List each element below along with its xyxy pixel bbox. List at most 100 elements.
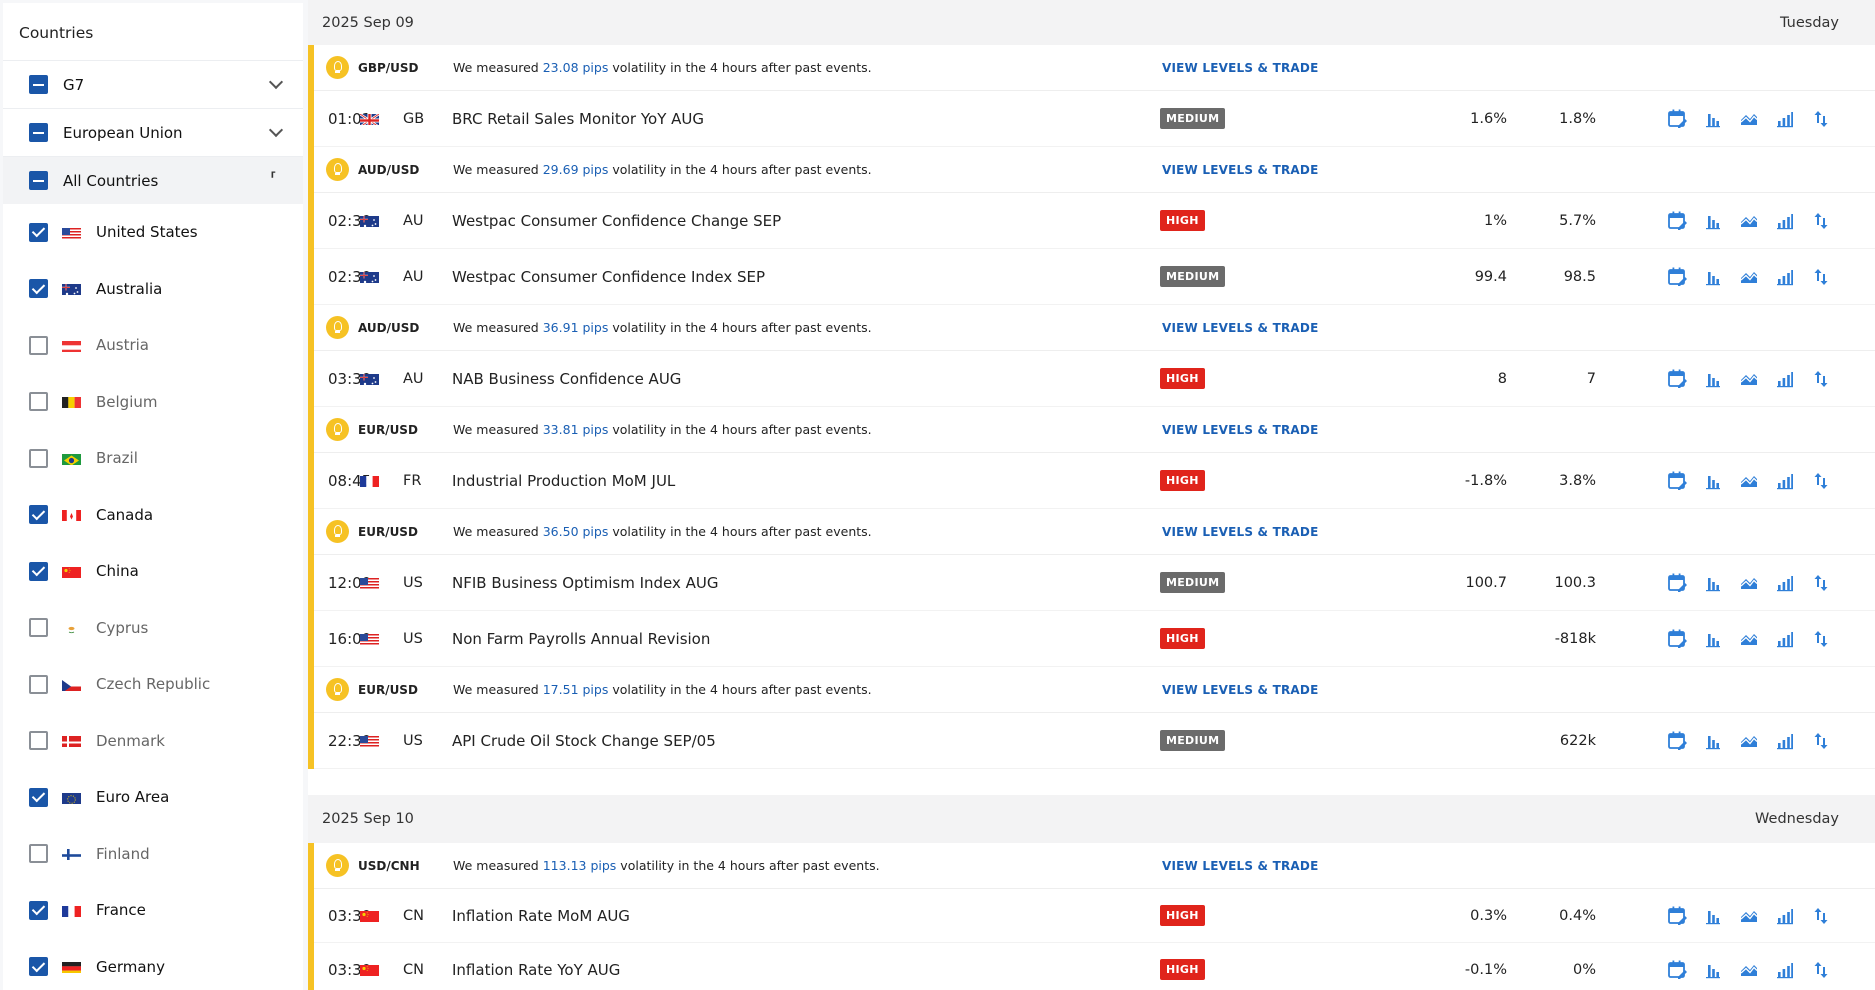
- area-chart-icon[interactable]: [1738, 470, 1760, 492]
- country-item-canada[interactable]: Canada: [3, 487, 303, 544]
- country-item-cyprus[interactable]: Cyprus: [3, 600, 303, 657]
- event-row[interactable]: 12:00 US NFIB Business Optimism Index AUG M…: [314, 555, 1875, 611]
- country-item-austria[interactable]: Austria: [3, 317, 303, 374]
- calendar-edit-icon[interactable]: [1666, 730, 1688, 752]
- bar-chart-icon[interactable]: [1702, 368, 1724, 390]
- view-levels-trade-link[interactable]: VIEW LEVELS & TRADE: [1162, 859, 1318, 873]
- bar-chart-icon[interactable]: [1702, 628, 1724, 650]
- event-row[interactable]: 01:01 GB BRC Retail Sales Monitor YoY AUG M…: [314, 91, 1875, 147]
- sort-arrows-icon[interactable]: [1810, 210, 1832, 232]
- bar-trend-icon[interactable]: [1774, 210, 1796, 232]
- event-name[interactable]: Westpac Consumer Confidence Index SEP: [452, 268, 765, 286]
- sort-arrows-icon[interactable]: [1810, 108, 1832, 130]
- event-name[interactable]: Non Farm Payrolls Annual Revision: [452, 630, 710, 648]
- country-item-euro-area[interactable]: Euro Area: [3, 769, 303, 826]
- bar-chart-icon[interactable]: [1702, 730, 1724, 752]
- event-row[interactable]: 03:30 AU NAB Business Confidence AUG HIGH 8 7: [314, 351, 1875, 407]
- sort-arrows-icon[interactable]: [1810, 368, 1832, 390]
- country-checkbox[interactable]: [29, 335, 48, 355]
- country-item-france[interactable]: France: [3, 882, 303, 939]
- country-checkbox[interactable]: [29, 787, 48, 807]
- bar-trend-icon[interactable]: [1774, 266, 1796, 288]
- event-row[interactable]: 22:30 US API Crude Oil Stock Change SEP/05…: [314, 713, 1875, 769]
- bar-chart-icon[interactable]: [1702, 572, 1724, 594]
- country-checkbox[interactable]: [29, 392, 48, 412]
- bar-trend-icon[interactable]: [1774, 572, 1796, 594]
- calendar-edit-icon[interactable]: [1666, 470, 1688, 492]
- country-item-australia[interactable]: Australia: [3, 261, 303, 318]
- calendar-edit-icon[interactable]: [1666, 628, 1688, 650]
- country-checkbox[interactable]: [29, 448, 48, 468]
- event-name[interactable]: NFIB Business Optimism Index AUG: [452, 574, 719, 592]
- bar-chart-icon[interactable]: [1702, 470, 1724, 492]
- event-name[interactable]: Westpac Consumer Confidence Change SEP: [452, 212, 781, 230]
- bar-chart-icon[interactable]: [1702, 266, 1724, 288]
- view-levels-trade-link[interactable]: VIEW LEVELS & TRADE: [1162, 525, 1318, 539]
- group-european-union[interactable]: European Union: [3, 108, 303, 156]
- calendar-edit-icon[interactable]: [1666, 959, 1688, 981]
- area-chart-icon[interactable]: [1738, 730, 1760, 752]
- country-item-finland[interactable]: Finland: [3, 826, 303, 883]
- country-checkbox[interactable]: [29, 844, 48, 864]
- area-chart-icon[interactable]: [1738, 959, 1760, 981]
- view-levels-trade-link[interactable]: VIEW LEVELS & TRADE: [1162, 163, 1318, 177]
- event-row[interactable]: 03:30 CN Inflation Rate MoM AUG HIGH 0.3% 0.4…: [314, 889, 1875, 943]
- country-checkbox[interactable]: [29, 618, 48, 638]
- sort-arrows-icon[interactable]: [1810, 572, 1832, 594]
- sort-arrows-icon[interactable]: [1810, 470, 1832, 492]
- area-chart-icon[interactable]: [1738, 628, 1760, 650]
- calendar-edit-icon[interactable]: [1666, 266, 1688, 288]
- country-checkbox[interactable]: [29, 505, 48, 525]
- event-name[interactable]: Industrial Production MoM JUL: [452, 472, 675, 490]
- calendar-edit-icon[interactable]: [1666, 368, 1688, 390]
- all-countries-checkbox[interactable]: [29, 171, 48, 190]
- bar-chart-icon[interactable]: [1702, 108, 1724, 130]
- chevron-down-icon[interactable]: [268, 74, 284, 90]
- event-name[interactable]: BRC Retail Sales Monitor YoY AUG: [452, 110, 704, 128]
- event-name[interactable]: Inflation Rate MoM AUG: [452, 907, 630, 925]
- sort-arrows-icon[interactable]: [1810, 905, 1832, 927]
- bar-trend-icon[interactable]: [1774, 108, 1796, 130]
- bar-trend-icon[interactable]: [1774, 959, 1796, 981]
- country-checkbox[interactable]: [29, 900, 48, 920]
- area-chart-icon[interactable]: [1738, 905, 1760, 927]
- chevron-down-icon[interactable]: [268, 122, 284, 138]
- country-checkbox[interactable]: [29, 731, 48, 751]
- bar-trend-icon[interactable]: [1774, 470, 1796, 492]
- view-levels-trade-link[interactable]: VIEW LEVELS & TRADE: [1162, 423, 1318, 437]
- area-chart-icon[interactable]: [1738, 368, 1760, 390]
- sort-arrows-icon[interactable]: [1810, 959, 1832, 981]
- country-item-czech-republic[interactable]: Czech Republic: [3, 656, 303, 713]
- bar-chart-icon[interactable]: [1702, 959, 1724, 981]
- event-row[interactable]: 08:45 FR Industrial Production MoM JUL HIGH…: [314, 453, 1875, 509]
- calendar-edit-icon[interactable]: [1666, 572, 1688, 594]
- country-checkbox[interactable]: [29, 279, 48, 299]
- area-chart-icon[interactable]: [1738, 108, 1760, 130]
- bar-trend-icon[interactable]: [1774, 905, 1796, 927]
- area-chart-icon[interactable]: [1738, 210, 1760, 232]
- sort-arrows-icon[interactable]: [1810, 730, 1832, 752]
- country-item-brazil[interactable]: Brazil: [3, 430, 303, 487]
- group-all-countries[interactable]: All Countries ⸢: [3, 156, 303, 204]
- bar-trend-icon[interactable]: [1774, 368, 1796, 390]
- event-name[interactable]: API Crude Oil Stock Change SEP/05: [452, 732, 716, 750]
- event-row[interactable]: 16:00 US Non Farm Payrolls Annual Revision…: [314, 611, 1875, 667]
- group-g7[interactable]: G7: [3, 60, 303, 108]
- event-row[interactable]: 02:30 AU Westpac Consumer Confidence Chang…: [314, 193, 1875, 249]
- bar-trend-icon[interactable]: [1774, 730, 1796, 752]
- country-item-china[interactable]: China: [3, 543, 303, 600]
- country-checkbox[interactable]: [29, 222, 48, 242]
- bar-chart-icon[interactable]: [1702, 210, 1724, 232]
- area-chart-icon[interactable]: [1738, 572, 1760, 594]
- eu-checkbox[interactable]: [29, 123, 48, 142]
- event-row[interactable]: 03:30 CN Inflation Rate YoY AUG HIGH -0.1% 0%: [314, 943, 1875, 990]
- country-item-belgium[interactable]: Belgium: [3, 374, 303, 431]
- bar-chart-icon[interactable]: [1702, 905, 1724, 927]
- g7-checkbox[interactable]: [29, 75, 48, 94]
- calendar-edit-icon[interactable]: [1666, 210, 1688, 232]
- country-checkbox[interactable]: [29, 674, 48, 694]
- country-item-denmark[interactable]: Denmark: [3, 713, 303, 770]
- sort-arrows-icon[interactable]: [1810, 266, 1832, 288]
- view-levels-trade-link[interactable]: VIEW LEVELS & TRADE: [1162, 61, 1318, 75]
- country-checkbox[interactable]: [29, 561, 48, 581]
